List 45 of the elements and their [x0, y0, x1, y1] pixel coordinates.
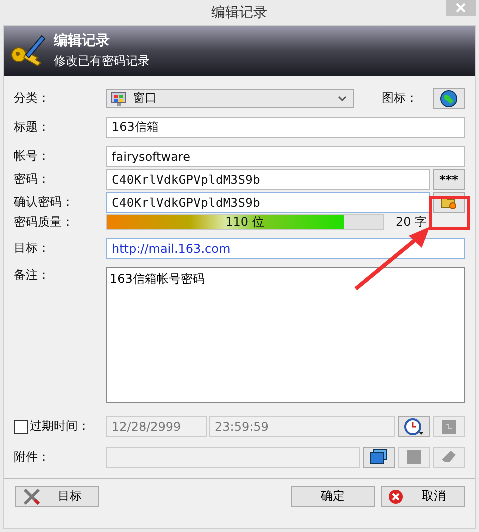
confirm-password-field[interactable]: C40KrlVdkGPVpldM3S9b [106, 192, 430, 213]
show-password-button[interactable]: *** [433, 169, 465, 190]
quality-reading: 110 位 [226, 214, 264, 230]
icon-label: 图标： [382, 90, 418, 107]
highlight-box [430, 196, 470, 230]
length-text: 20 字 [396, 214, 428, 230]
field-label: 确认密码： [14, 194, 75, 211]
delete-file-button[interactable] [433, 446, 465, 468]
window-icon [111, 90, 127, 106]
key-pen-icon [10, 33, 46, 69]
close-icon [456, 3, 466, 13]
title-field[interactable]: 163信箱 [106, 117, 465, 138]
account-field[interactable]: fairysoftware [106, 146, 465, 167]
checkbox-label: 过期时间： [30, 418, 90, 435]
icon-picker-button[interactable] [433, 88, 465, 109]
url-field[interactable]: http://mail.163.com [106, 238, 465, 259]
field-label: 密码质量： [14, 214, 75, 230]
target-button[interactable]: 目标 [15, 486, 99, 507]
tools-icon [22, 486, 42, 506]
eraser-icon [441, 450, 457, 464]
field-label: 分类： [14, 90, 51, 107]
clock-icon [404, 418, 424, 436]
field-label: 目标： [14, 240, 51, 257]
field-label: 帐号： [14, 148, 51, 165]
header-subtitle: 修改已有密码记录 [54, 53, 150, 70]
field-label: 密码： [14, 171, 51, 188]
password-field[interactable]: C40KrlVdkGPVpldM3S9b [106, 169, 430, 190]
category-dropdown[interactable]: 窗口 [106, 89, 354, 108]
cancel-button[interactable]: 取消 [381, 486, 465, 507]
window-title: 编辑记录 [212, 4, 268, 22]
open-file-button[interactable] [363, 446, 395, 468]
notes-field[interactable]: 163信箱帐号密码 [106, 267, 465, 403]
cancel-icon [388, 488, 404, 504]
field-label: 备注： [14, 267, 51, 284]
field-label: 标题： [14, 119, 51, 136]
square-icon [407, 450, 421, 464]
folder-icon [370, 449, 388, 465]
calendar-button[interactable] [398, 416, 430, 437]
globe-icon [440, 90, 458, 108]
caret-icon [338, 96, 347, 102]
expiry-checkbox[interactable] [14, 420, 28, 434]
square-icon [442, 420, 456, 434]
header-title: 编辑记录 [54, 32, 111, 50]
ok-button[interactable]: 确定 [291, 486, 375, 507]
field-label: 附件： [14, 448, 51, 466]
